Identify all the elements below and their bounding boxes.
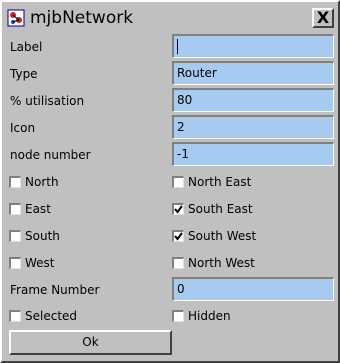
icon-input[interactable]: 2 [172,115,334,139]
checkbox-box[interactable] [172,257,184,269]
frame-number-value: 0 [177,282,185,296]
label-input[interactable] [172,34,334,58]
north-label: North [25,175,59,189]
frame-number-caption: Frame Number [10,283,100,297]
node-number-value: -1 [177,147,189,161]
utilisation-value: 80 [177,93,193,107]
south-east-label: South East [188,202,253,216]
frame-number-input[interactable]: 0 [172,277,334,301]
node-number-caption: node number [10,148,91,162]
type-value: Router [177,66,217,80]
checkbox-box[interactable] [172,230,184,242]
icon-value: 2 [177,120,185,134]
node-number-input[interactable]: -1 [172,142,334,166]
close-button[interactable]: X [312,8,334,28]
checkbox-box[interactable] [9,203,21,215]
west-label: West [25,256,55,270]
ok-label: Ok [82,335,99,349]
icon-caption: Icon [10,121,36,135]
south-west-label: South West [188,229,257,243]
south-label: South [25,229,60,243]
check-mark-icon [174,232,183,241]
dialog-window: mjbNetwork X Label Type Router % utilisa… [0,0,340,363]
checkbox-box[interactable] [172,310,184,322]
app-icon [7,9,25,27]
checkbox-box[interactable] [9,176,21,188]
north-east-label: North East [188,175,252,189]
text-caret [177,39,178,54]
label-caption: Label [10,40,43,54]
ok-button[interactable]: Ok [9,330,172,355]
checkbox-box[interactable] [9,310,21,322]
type-caption: Type [10,67,38,81]
utilisation-caption: % utilisation [10,94,85,108]
type-input[interactable]: Router [172,61,334,85]
selected-label: Selected [25,309,78,323]
north-west-label: North West [188,256,255,270]
utilisation-input[interactable]: 80 [172,88,334,112]
checkbox-box[interactable] [172,176,184,188]
close-icon: X [316,8,330,27]
window-title: mjbNetwork [30,8,134,28]
checkbox-box[interactable] [9,230,21,242]
checkbox-box[interactable] [9,257,21,269]
checkbox-box[interactable] [172,203,184,215]
hidden-label: Hidden [188,309,231,323]
title-bar[interactable]: mjbNetwork X [2,2,338,32]
east-label: East [25,202,51,216]
check-mark-icon [174,205,183,214]
